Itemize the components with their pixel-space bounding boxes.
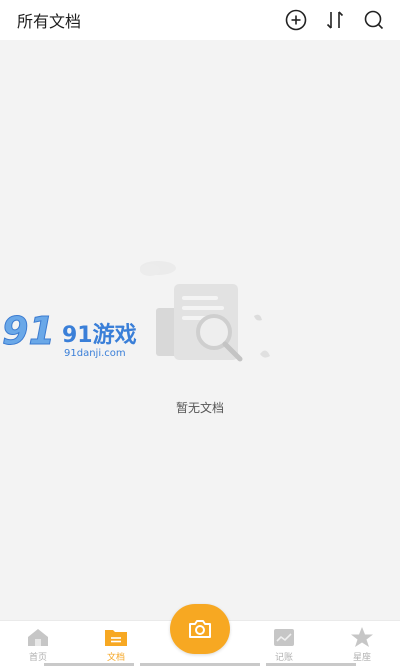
empty-state-message: 暂无文档 — [175, 401, 224, 415]
tab-label: 星座 — [352, 653, 371, 663]
page-title: 所有文档 — [17, 12, 82, 31]
ledger-icon — [274, 629, 294, 646]
tab-documents[interactable]: 文档 — [86, 621, 146, 666]
tab-horoscope[interactable]: 星座 — [332, 621, 392, 666]
camera-icon — [189, 620, 211, 638]
folder-icon — [105, 630, 127, 646]
tab-label: 首页 — [28, 653, 47, 663]
tab-home[interactable]: 首页 — [8, 621, 68, 666]
camera-scan-button[interactable] — [170, 604, 230, 654]
tab-label: 记账 — [274, 653, 293, 663]
add-document-button[interactable] — [284, 8, 308, 32]
svg-text:91: 91 — [2, 309, 55, 353]
add-circle-icon — [285, 9, 307, 31]
sort-button[interactable] — [323, 8, 347, 32]
tab-label: 文档 — [106, 653, 125, 663]
home-icon — [28, 629, 48, 646]
watermark-site-text: 91danji.com — [64, 348, 126, 359]
search-button[interactable] — [362, 8, 386, 32]
star-icon — [351, 627, 373, 647]
header-actions — [284, 8, 386, 32]
watermark-brand-text: 91游戏 — [62, 322, 137, 348]
tab-ledger[interactable]: 记账 — [254, 621, 314, 666]
sort-icon — [326, 11, 344, 29]
watermark-logo: 91 91游戏 91danji.com — [2, 309, 137, 360]
document-search-illustration — [140, 261, 270, 362]
top-bar: 所有文档 — [0, 0, 400, 40]
search-icon — [364, 10, 384, 30]
